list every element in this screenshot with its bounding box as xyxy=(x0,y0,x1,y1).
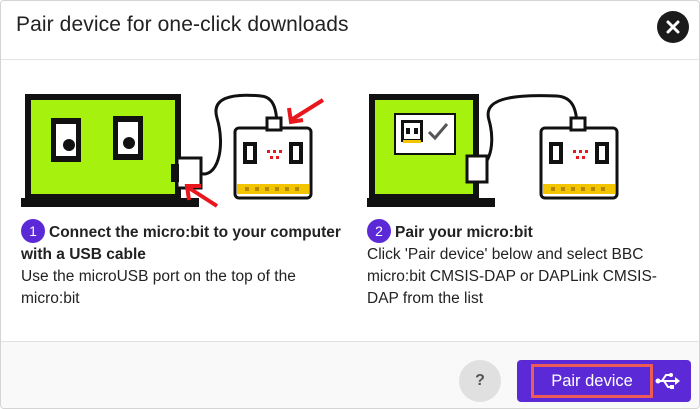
close-button[interactable] xyxy=(657,11,689,43)
connect-usb-illustration xyxy=(21,93,325,208)
dialog-header: Pair device for one-click downloads xyxy=(1,1,699,60)
pair-device-button[interactable]: Pair device xyxy=(517,360,691,402)
step-1-description: Use the microUSB port on the top of the … xyxy=(21,268,296,307)
pair-device-illustration xyxy=(367,94,619,207)
help-button[interactable]: ? xyxy=(459,360,501,402)
dialog-title: Pair device for one-click downloads xyxy=(16,13,349,36)
pair-device-label: Pair device xyxy=(531,364,653,398)
step-1-heading: Connect the micro:bit to your computer w… xyxy=(21,224,341,263)
step-2-description: Click 'Pair device' below and select BBC… xyxy=(367,246,657,307)
step-2-badge: 2 xyxy=(367,219,391,243)
pair-device-dialog: Pair device for one-click downloads 1 Co… xyxy=(0,0,700,409)
close-icon xyxy=(666,20,680,34)
step-1-badge: 1 xyxy=(21,219,45,243)
step-2-heading: Pair your micro:bit xyxy=(395,224,533,241)
dialog-footer: ? Pair device xyxy=(1,341,699,408)
step-1-text: 1 Connect the micro:bit to your computer … xyxy=(21,219,341,310)
dialog-content: 1 Connect the micro:bit to your computer … xyxy=(1,60,699,341)
usb-icon xyxy=(655,373,680,389)
step-2-text: 2 Pair your micro:bit Click 'Pair device'… xyxy=(367,219,677,310)
